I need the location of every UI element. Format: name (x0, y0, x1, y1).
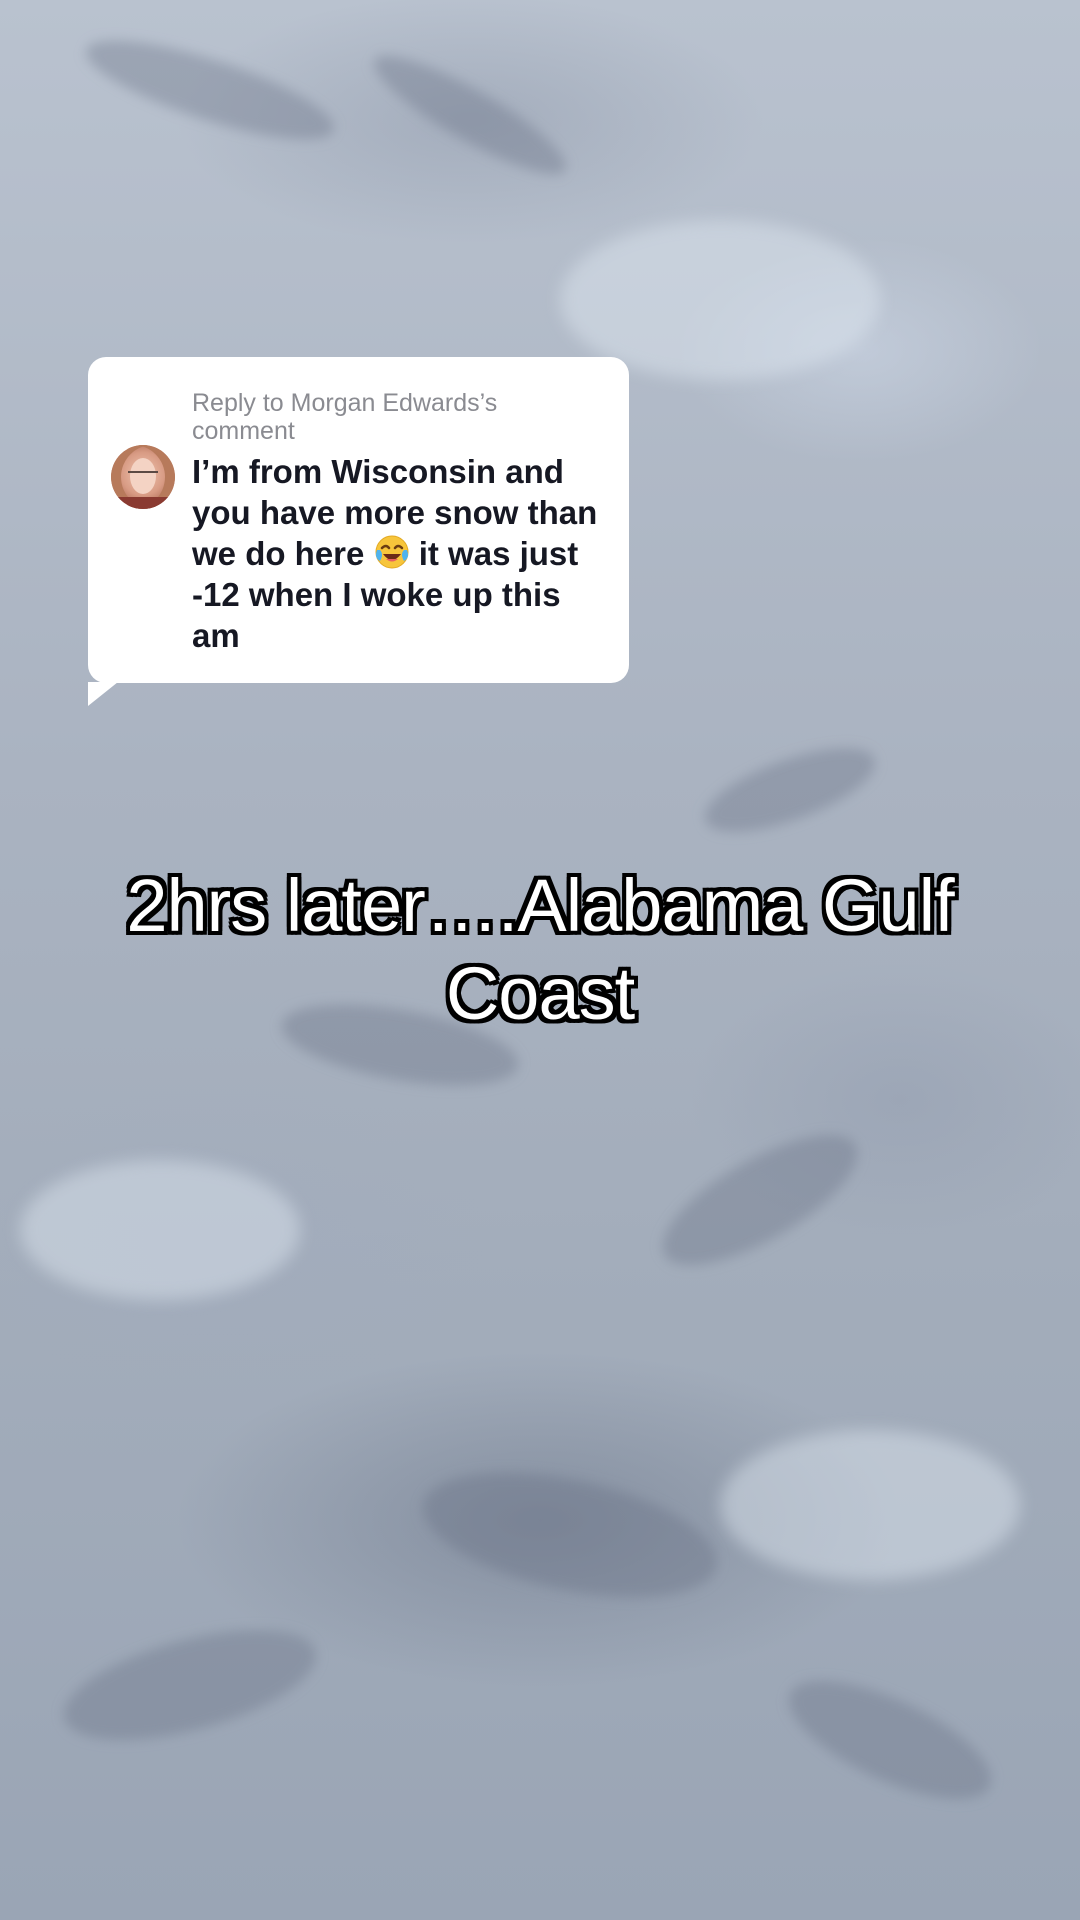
avatar-shirt (111, 497, 175, 509)
snow-texture (695, 731, 885, 849)
avatar-glasses (128, 471, 158, 479)
video-caption: 2hrs later….Alabama Gulf Coast (126, 864, 954, 1035)
face-with-tears-of-joy-icon (375, 535, 409, 569)
reply-card-tail (88, 682, 118, 706)
snow-texture (560, 220, 880, 380)
snow-texture (52, 1607, 328, 1763)
snow-texture (77, 21, 343, 159)
snow-texture (411, 1450, 729, 1620)
snow-texture (644, 1110, 876, 1290)
snow-texture (720, 1430, 1020, 1580)
snow-texture (773, 1657, 1007, 1823)
reply-comment-card[interactable]: Reply to Morgan Edwards’s comment I’m fr… (88, 357, 629, 683)
reply-header: Reply to Morgan Edwards’s comment (192, 389, 498, 445)
snow-texture (362, 38, 578, 192)
snow-texture (20, 1160, 300, 1300)
reply-comment-text: I’m from Wisconsin and you have more sno… (192, 451, 612, 656)
avatar[interactable] (111, 445, 175, 509)
